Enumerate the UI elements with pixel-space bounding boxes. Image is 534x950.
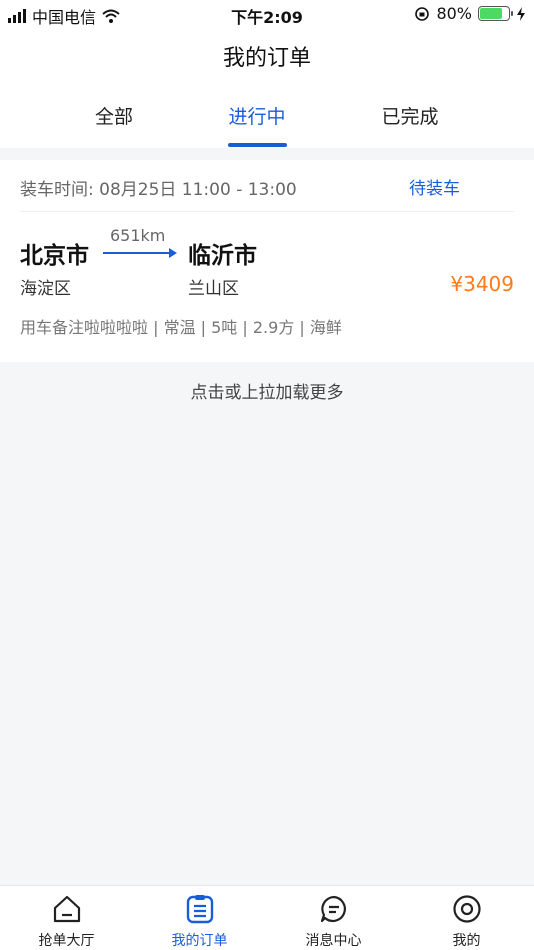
tabbar-item-messages[interactable]: 消息中心 [267, 886, 400, 950]
charging-icon [517, 6, 525, 21]
order-list-icon [186, 895, 213, 924]
route-distance: 651km [110, 226, 166, 245]
to-city: 临沂市 [188, 243, 257, 269]
tabbar-item-grab-orders[interactable]: 抢单大厅 [0, 886, 133, 950]
status-bar: 中国电信 下午2:09 80% [0, 0, 534, 28]
arrow-right-icon [169, 248, 177, 258]
order-card-header: 装车时间: 08月25日 11:00 - 13:00 待装车 [20, 160, 514, 212]
tabbar-label: 我的 [452, 933, 481, 949]
tabbar-label: 我的订单 [171, 933, 228, 949]
from-city: 北京市 [20, 243, 89, 269]
nav-bar: 我的订单 [0, 28, 534, 82]
load-more-button[interactable]: 点击或上拉加载更多 [0, 378, 534, 403]
message-icon [320, 895, 346, 923]
tabbar-label: 抢单大厅 [38, 933, 95, 949]
battery-icon [478, 6, 513, 21]
load-time: 装车时间: 08月25日 11:00 - 13:00 [20, 180, 297, 200]
order-status-badge: 待装车 [409, 179, 460, 199]
status-right: 80% [414, 4, 526, 23]
order-remark: 用车备注啦啦啦啦 | 常温 | 5吨 | 2.9方 | 海鲜 [20, 318, 342, 337]
tab-all[interactable]: 全部 [54, 102, 174, 129]
tab-completed[interactable]: 已完成 [350, 102, 470, 129]
tabbar-item-my-orders[interactable]: 我的订单 [133, 886, 266, 950]
bottom-tab-bar: 抢单大厅 我的订单 消息中心 我的 [0, 885, 534, 950]
battery-percent: 80% [436, 4, 472, 23]
tabbar-item-profile[interactable]: 我的 [400, 886, 533, 950]
to-district: 兰山区 [188, 279, 239, 299]
home-icon [53, 895, 80, 923]
profile-icon [452, 895, 481, 923]
order-price: ¥3409 [450, 272, 514, 296]
route-line [103, 252, 175, 254]
page-title: 我的订单 [222, 46, 311, 71]
tabbar-label: 消息中心 [305, 933, 362, 949]
order-tabs: 全部 进行中 已完成 [0, 82, 534, 148]
rotation-lock-icon [415, 6, 430, 21]
active-tab-indicator [228, 143, 287, 147]
order-card[interactable]: 装车时间: 08月25日 11:00 - 13:00 待装车 北京市 海淀区 6… [0, 160, 534, 362]
from-district: 海淀区 [20, 279, 71, 299]
tab-in-progress[interactable]: 进行中 [197, 102, 317, 129]
